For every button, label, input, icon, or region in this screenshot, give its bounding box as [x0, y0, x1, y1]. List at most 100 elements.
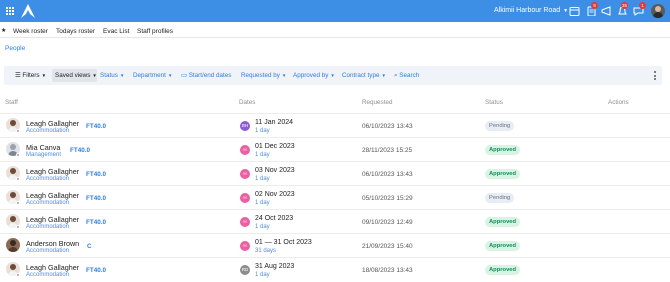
dates-filter[interactable]: ▭ Start/end dates	[181, 72, 231, 79]
megaphone-icon[interactable]	[601, 6, 612, 16]
saved-views-label: Saved views	[55, 72, 91, 79]
location-selector[interactable]: Alkimii Harbour Road ▼	[494, 7, 568, 14]
leave-days: 1 day	[255, 224, 270, 230]
requested-at: 06/10/2023 13:43	[362, 171, 413, 178]
star-icon[interactable]: ★	[1, 27, 6, 34]
chevron-down-icon: ▼	[167, 73, 173, 78]
status-filter[interactable]: Status ▼	[100, 72, 124, 79]
status-filter-label: Status	[100, 72, 118, 79]
department-filter[interactable]: Department ▼	[133, 72, 172, 79]
calendar-icon[interactable]	[569, 6, 580, 16]
leave-date: 11 Jan 2024	[255, 119, 294, 126]
chevron-down-icon: ▼	[330, 73, 335, 78]
user-avatar[interactable]	[651, 4, 665, 18]
contract-type: C	[87, 243, 92, 250]
staff-name[interactable]: Leagh Gallagher	[26, 191, 79, 200]
staff-department: Accommodation	[26, 248, 70, 254]
contract-type: FT40.0	[86, 195, 106, 202]
sub-navigation: ★ Week roster Todays roster Evac List St…	[0, 24, 670, 38]
leave-date: 03 Nov 2023	[255, 167, 295, 174]
status-badge: Approved	[485, 145, 521, 155]
status-badge: Approved	[485, 265, 521, 275]
staff-department: Accommodation	[26, 272, 70, 278]
staff-name[interactable]: Leagh Gallagher	[26, 263, 79, 272]
requested-by-label: Requested by	[241, 72, 280, 79]
logo-icon[interactable]	[20, 3, 36, 19]
header-requested: Requested	[362, 99, 393, 106]
requested-at: 05/10/2023 15:29	[362, 195, 413, 202]
staff-name[interactable]: Leagh Gallagher	[26, 119, 79, 128]
approver-initials: H	[240, 193, 250, 203]
contract-type: FT40.0	[70, 147, 90, 154]
more-options-icon[interactable]	[654, 71, 657, 80]
nav-todays-roster[interactable]: Todays roster	[56, 28, 95, 35]
staff-name[interactable]: Anderson Brown	[26, 239, 79, 248]
chevron-down-icon: ▼	[381, 73, 386, 78]
staff-name[interactable]: Leagh Gallagher	[26, 215, 79, 224]
approver-initials: RD	[240, 265, 250, 275]
requested-at: 06/10/2023 13:43	[362, 123, 413, 130]
status-dot	[16, 225, 20, 229]
approved-by-filter[interactable]: Approved by ▼	[293, 72, 335, 79]
leave-days: 1 day	[255, 152, 270, 158]
table-row[interactable]: Anderson Brown Accommodation C H 01 — 31…	[0, 233, 670, 257]
contract-type: FT40.0	[86, 267, 106, 274]
leave-date: 31 Aug 2023	[255, 263, 295, 270]
approver-initials: BH	[240, 121, 250, 131]
leave-date: 01 Dec 2023	[255, 143, 295, 150]
staff-department: Accommodation	[26, 224, 70, 230]
requested-at: 21/09/2023 15:40	[362, 243, 413, 250]
nav-week-roster[interactable]: Week roster	[13, 28, 48, 35]
table-row[interactable]: Leagh Gallagher Accommodation FT40.0 H 2…	[0, 209, 670, 233]
approver-initials: H	[240, 169, 250, 179]
status-dot	[16, 153, 20, 157]
approved-by-label: Approved by	[293, 72, 329, 79]
status-badge: Approved	[485, 169, 521, 179]
approver-initials: H	[240, 241, 250, 251]
status-badge: Pending	[485, 121, 515, 131]
chevron-down-icon: ▼	[563, 8, 569, 14]
table-row[interactable]: Leagh Gallagher Accommodation FT40.0 H 0…	[0, 185, 670, 209]
avatar	[6, 238, 20, 252]
staff-name[interactable]: Mia Canva	[26, 143, 60, 152]
table-row[interactable]: Leagh Gallagher Accommodation FT40.0 H 0…	[0, 161, 670, 185]
leave-days: 1 day	[255, 176, 270, 182]
approver-initials: H	[240, 145, 250, 155]
clipboard-badge: 9	[591, 2, 598, 9]
requested-at: 18/08/2023 13:43	[362, 267, 413, 274]
contract-type: FT40.0	[86, 219, 106, 226]
nav-staff-profiles[interactable]: Staff profiles	[137, 28, 173, 35]
page-title[interactable]: People	[5, 45, 25, 52]
staff-name[interactable]: Leagh Gallagher	[26, 167, 79, 176]
approver-initials: H	[240, 217, 250, 227]
search-button[interactable]: ⌕ Search	[394, 72, 419, 80]
table-row[interactable]: Leagh Gallagher Accommodation FT40.0 BH …	[0, 113, 670, 137]
location-label: Alkimii Harbour Road	[494, 7, 561, 14]
status-badge: Approved	[485, 241, 521, 251]
leave-days: 1 day	[255, 128, 270, 134]
staff-department: Management	[26, 152, 62, 158]
leave-days: 31 days	[255, 248, 277, 254]
calendar-icon: ▭	[181, 72, 189, 79]
nav-evac-list[interactable]: Evac List	[103, 28, 129, 35]
filters-button[interactable]: ☰ Filters ▼	[8, 69, 50, 82]
apps-grid-icon[interactable]	[6, 7, 14, 15]
leave-date: 01 — 31 Oct 2023	[255, 239, 312, 246]
chat-badge: 1	[639, 2, 646, 9]
staff-department: Accommodation	[26, 128, 70, 134]
bell-badge: 35	[621, 2, 629, 9]
saved-views-button[interactable]: Saved views ▼	[52, 69, 97, 82]
requested-at: 28/11/2023 15:25	[362, 147, 413, 154]
chevron-down-icon: ▼	[41, 73, 47, 78]
header-status: Status	[485, 99, 503, 106]
table-row[interactable]: Leagh Gallagher Accommodation FT40.0 RD …	[0, 257, 670, 281]
contract-type-filter[interactable]: Contract type ▼	[342, 72, 386, 79]
table-row[interactable]: Mia Canva Management FT40.0 H 01 Dec 202…	[0, 137, 670, 161]
status-dot	[16, 177, 20, 181]
leave-date: 24 Oct 2023	[255, 215, 294, 222]
filters-label: Filters	[22, 72, 40, 79]
requested-by-filter[interactable]: Requested by ▼	[241, 72, 286, 79]
chevron-down-icon: ▼	[119, 73, 125, 78]
header-staff: Staff	[5, 99, 18, 106]
staff-department: Accommodation	[26, 200, 70, 206]
